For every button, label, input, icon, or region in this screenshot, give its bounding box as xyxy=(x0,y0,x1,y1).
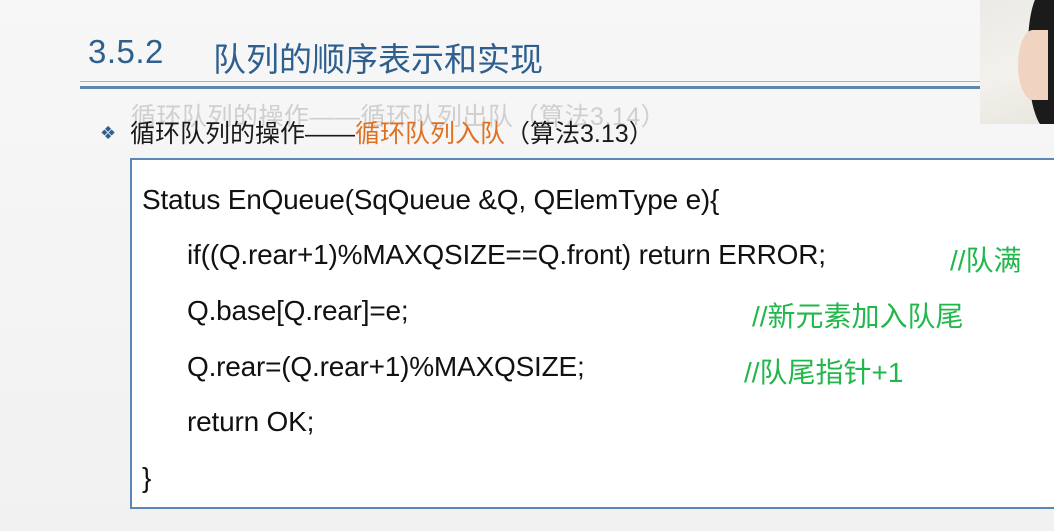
code-comment-3: //新元素加入队尾 xyxy=(752,301,964,332)
subtitle: ❖ 循环队列的操作——循环队列入队（算法3.13） xyxy=(100,114,654,150)
subtitle-prefix: 循环队列的操作—— xyxy=(130,120,356,148)
code-box: Status EnQueue(SqQueue &Q, QElemType e){… xyxy=(130,158,1054,509)
code-line-1: Status EnQueue(SqQueue &Q, QElemType e){ xyxy=(142,184,720,215)
subtitle-suffix: （算法3.13） xyxy=(505,120,654,148)
section-number: 3.5.2 xyxy=(88,33,164,70)
diamond-bullet-icon: ❖ xyxy=(100,123,117,143)
code-line-2: if((Q.rear+1)%MAXQSIZE==Q.front) return … xyxy=(187,239,826,270)
presenter-face xyxy=(1018,30,1048,100)
code-line-4: Q.rear=(Q.rear+1)%MAXQSIZE; xyxy=(187,351,585,382)
code-line-3: Q.base[Q.rear]=e; xyxy=(187,295,409,326)
webcam-overlay xyxy=(980,0,1054,124)
title-divider-thick xyxy=(80,86,980,89)
code-comment-2: //队满 xyxy=(950,245,1022,276)
title-divider-thin xyxy=(80,81,980,82)
code-comment-4: //队尾指针+1 xyxy=(744,357,904,388)
subtitle-highlight: 循环队列入队 xyxy=(355,120,506,148)
code-line-5: return OK; xyxy=(187,406,315,437)
slide: 3.5.2 队列的顺序表示和实现 循环队列的操作——循环队列出队（算法3.14）… xyxy=(0,0,1054,531)
code-line-6: } xyxy=(142,462,152,493)
section-title: 队列的顺序表示和实现 xyxy=(213,41,543,78)
